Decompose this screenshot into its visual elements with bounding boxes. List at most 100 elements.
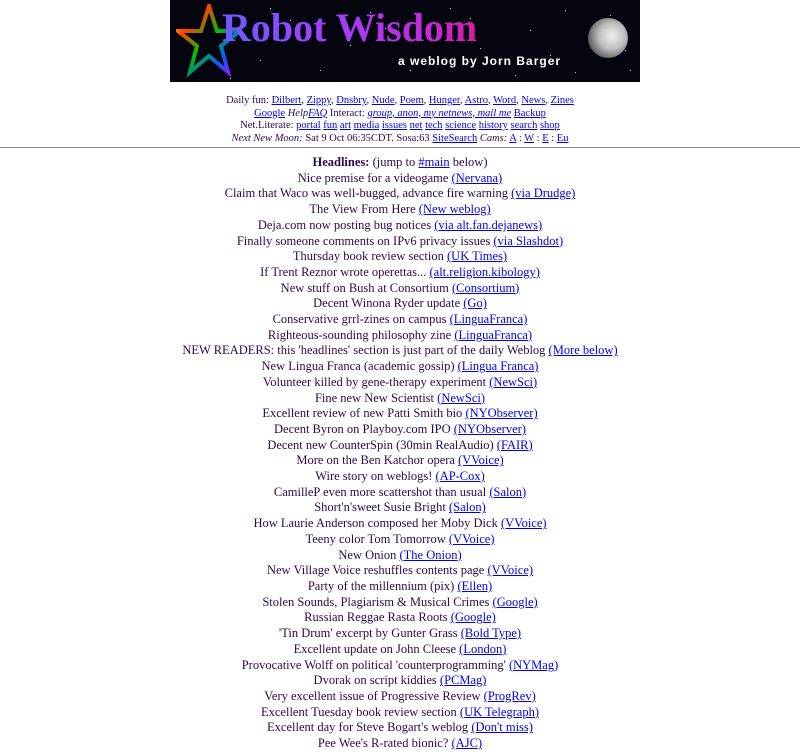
daily-fun-link[interactable]: Zines <box>551 95 574 106</box>
headline-source-link[interactable]: (via Drudge) <box>511 186 575 200</box>
headline-text: CamilleP even more scattershot than usua… <box>273 484 487 499</box>
headline-text: Fine new New Scientist <box>314 390 435 405</box>
main-anchor-link[interactable]: #main <box>418 155 449 169</box>
headline-item: Finally someone comments on IPv6 privacy… <box>0 234 800 250</box>
faq-link[interactable]: FAQ <box>308 108 327 119</box>
headline-source-link[interactable]: (Google) <box>493 595 538 609</box>
headline-item: Decent Winona Ryder update (Go) <box>0 296 800 312</box>
headline-source-link[interactable]: (LinguaFranca) <box>454 328 532 342</box>
headline-item: New Lingua Franca (academic gossip) (Lin… <box>0 359 800 375</box>
netliterate-link[interactable]: tech <box>425 120 443 131</box>
headline-source-link[interactable]: (PCMag) <box>440 673 487 687</box>
headline-text: Thursday book review section <box>292 249 444 264</box>
netliterate-link[interactable]: portal <box>296 120 321 131</box>
headline-source-link[interactable]: (VVoice) <box>449 532 495 546</box>
headline-source-link[interactable]: (VVoice) <box>458 453 504 467</box>
headline-item: New stuff on Bush at Consortium (Consort… <box>0 281 800 297</box>
cam-link[interactable]: W <box>524 133 534 144</box>
headlines-jump-pre: (jump to <box>372 155 416 169</box>
headline-source-link[interactable]: (Consortium) <box>452 281 519 295</box>
headline-source-link[interactable]: (NYObserver) <box>465 406 537 420</box>
headline-text: Very excellent issue of Progressive Revi… <box>264 688 481 703</box>
daily-fun-link[interactable]: News <box>521 95 545 106</box>
headline-text: Excellent review of new Patti Smith bio <box>262 406 463 421</box>
headline-source-link[interactable]: (Go) <box>463 296 487 310</box>
headline-source-link[interactable]: (Lingua Franca) <box>458 359 539 373</box>
star-dot <box>610 15 611 16</box>
headline-text: The View From Here <box>309 202 416 217</box>
netliterate-link[interactable]: media <box>354 120 380 131</box>
netliterate-link[interactable]: shop <box>540 120 560 131</box>
star-dot <box>260 60 261 61</box>
headline-source-link[interactable]: (NYMag) <box>509 658 558 672</box>
headline-source-link[interactable]: (alt.religion.kibology) <box>430 265 540 279</box>
headline-text: More on the Ben Katchor opera <box>296 453 455 468</box>
cams-label: Cams: <box>479 132 508 144</box>
headline-item: Provocative Wolff on political 'counterp… <box>0 658 800 674</box>
headline-source-link[interactable]: (NYObserver) <box>454 422 526 436</box>
headline-item: If Trent Reznor wrote operettas... (alt.… <box>0 265 800 281</box>
headline-source-link[interactable]: (ProgRev) <box>484 689 536 703</box>
netliterate-link[interactable]: science <box>445 120 476 131</box>
cam-link[interactable]: Eu <box>557 133 569 144</box>
moon-image <box>588 18 628 58</box>
headline-source-link[interactable]: (Salon) <box>489 485 526 499</box>
google-link[interactable]: Google <box>254 108 285 119</box>
headline-source-link[interactable]: (LinguaFranca) <box>450 312 528 326</box>
headline-item: Decent Byron on Playboy.com IPO (NYObser… <box>0 422 800 438</box>
headline-source-link[interactable]: (London) <box>459 642 506 656</box>
headline-source-link[interactable]: (AJC) <box>452 736 483 750</box>
headline-source-link[interactable]: (Ellen) <box>457 579 492 593</box>
headline-source-link[interactable]: (Nervana) <box>452 171 503 185</box>
headline-item: New Village Voice reshuffles contents pa… <box>0 563 800 579</box>
daily-fun-link[interactable]: Dnsbry <box>336 95 366 106</box>
netliterate-link[interactable]: search <box>511 120 538 131</box>
netliterate-link[interactable]: history <box>479 120 508 131</box>
interact-link[interactable]: group, anon, my netnews, mail me <box>367 108 511 119</box>
headline-source-link[interactable]: (NewSci) <box>489 375 537 389</box>
daily-fun-link[interactable]: Hunger <box>429 95 460 106</box>
headline-item: New Onion (The Onion) <box>0 548 800 564</box>
headline-text: New Village Voice reshuffles contents pa… <box>266 563 485 578</box>
netliterate-link[interactable]: art <box>340 120 351 131</box>
headline-text: Claim that Waco was well-bugged, advance… <box>224 186 509 201</box>
star-dot <box>530 30 531 31</box>
daily-fun-link[interactable]: Astro <box>465 95 488 106</box>
daily-fun-link[interactable]: Dilbert <box>272 95 302 106</box>
headlines-list: Nice premise for a videogame (Nervana) Cl… <box>0 171 800 752</box>
cam-link[interactable]: E <box>542 133 548 144</box>
headline-source-link[interactable]: (The Onion) <box>399 548 461 562</box>
headline-source-link[interactable]: (Google) <box>451 610 496 624</box>
headline-source-link[interactable]: (VVoice) <box>487 563 533 577</box>
headline-text: New Lingua Franca (academic gossip) <box>261 359 455 374</box>
headlines-jump-post: below) <box>452 155 488 169</box>
daily-fun-links: Dilbert, Zippy, Dnsbry, Nude, Poem, Hung… <box>271 95 574 106</box>
headline-source-link[interactable]: (FAIR) <box>497 438 533 452</box>
netliterate-link[interactable]: net <box>410 120 423 131</box>
headline-source-link[interactable]: (More below) <box>549 343 618 357</box>
netliterate-link[interactable]: issues <box>382 120 407 131</box>
headline-source-link[interactable]: (via Slashdot) <box>493 234 563 248</box>
backup-link[interactable]: Backup <box>514 108 546 119</box>
headline-source-link[interactable]: (UK Times) <box>447 249 507 263</box>
cam-link[interactable]: A <box>509 133 516 144</box>
headline-source-link[interactable]: (Don't miss) <box>471 720 533 734</box>
help-label: Help <box>287 107 309 119</box>
sitesearch-link[interactable]: SiteSearch <box>432 133 477 144</box>
headline-source-link[interactable]: (Bold Type) <box>461 626 521 640</box>
headline-source-link[interactable]: (AP-Cox) <box>436 469 485 483</box>
netliterate-links: portal fun art media issues net tech sci… <box>296 120 560 131</box>
headline-source-link[interactable]: (via alt.fan.dejanews) <box>434 218 542 232</box>
netliterate-link[interactable]: fun <box>323 120 337 131</box>
headline-item: CamilleP even more scattershot than usua… <box>0 485 800 501</box>
daily-fun-link[interactable]: Nude <box>372 95 395 106</box>
daily-fun-link[interactable]: Zippy <box>307 95 331 106</box>
headline-source-link[interactable]: (UK Telegraph) <box>460 705 539 719</box>
headline-source-link[interactable]: (NewSci) <box>437 391 485 405</box>
headline-source-link[interactable]: (VVoice) <box>501 516 547 530</box>
daily-fun-link[interactable]: Word <box>493 95 516 106</box>
headline-source-link[interactable]: (New weblog) <box>419 202 491 216</box>
headline-source-link[interactable]: (Salon) <box>449 500 486 514</box>
star-dot <box>625 50 626 51</box>
daily-fun-link[interactable]: Poem <box>400 95 424 106</box>
